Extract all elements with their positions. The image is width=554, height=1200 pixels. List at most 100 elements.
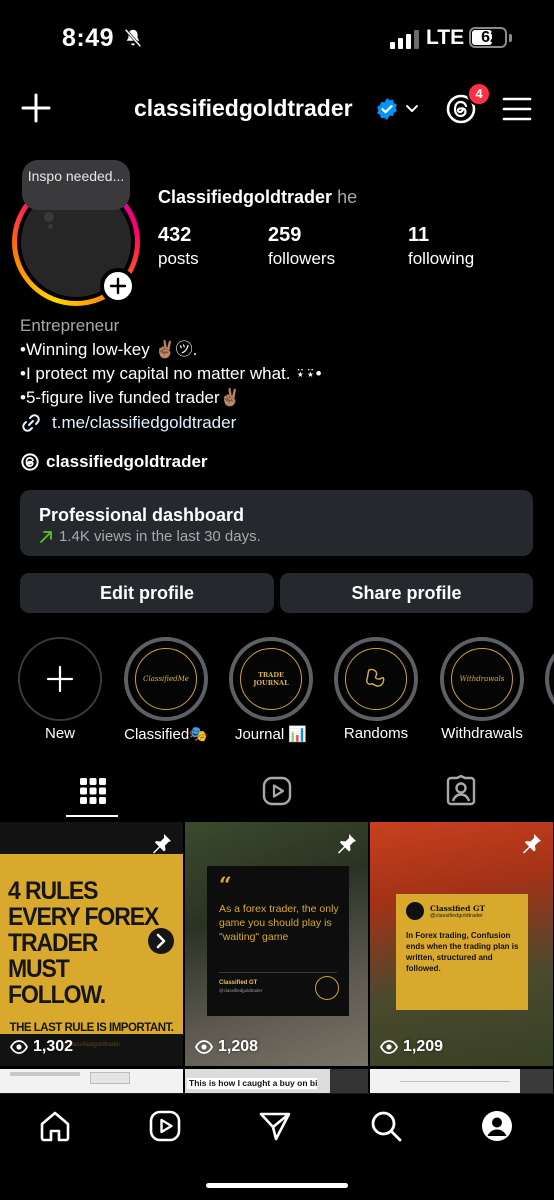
eye-icon: [10, 1040, 28, 1054]
highlight-label: Journal 📊: [234, 726, 308, 743]
threads-small-icon: [21, 453, 39, 471]
home-icon[interactable]: [38, 1109, 72, 1143]
stat-label: posts: [158, 249, 199, 268]
search-icon[interactable]: [369, 1109, 403, 1143]
bio-line: •5-figure live funded trader✌🏽: [20, 388, 241, 407]
post-card: “ As a forex trader, the only game you s…: [207, 866, 349, 1016]
post-quote-mark: “: [219, 873, 232, 899]
post-views: 1,208: [195, 1038, 258, 1056]
eye-icon: [195, 1040, 213, 1054]
post-views-count: 1,209: [403, 1038, 444, 1055]
post-tile[interactable]: Classified GT @classifiedgoldtrader In F…: [370, 822, 553, 1066]
status-time: 8:49: [62, 24, 115, 52]
bio-link-text[interactable]: t.me/classifiedgoldtrader: [52, 413, 236, 433]
reels-nav-icon[interactable]: [148, 1109, 182, 1143]
pin-icon: [523, 834, 541, 854]
pin-icon: [153, 834, 171, 854]
post-brand: Classified GT: [430, 903, 486, 913]
bio-link[interactable]: t.me/classifiedgoldtrader: [20, 412, 236, 434]
battery-level: 62: [481, 29, 499, 46]
post-subheadline: THE LAST RULE IS IMPORTANT.: [9, 1022, 174, 1034]
bell-muted-icon: [124, 28, 142, 48]
bio: Entrepreneur •Winning low-key ✌🏽㋡. •I pr…: [20, 314, 322, 410]
abstract-symbol-icon: [366, 668, 385, 687]
highlight-classified[interactable]: ClassifiedMe: [124, 637, 208, 721]
highlight-journal[interactable]: TRADE JOURNAL: [229, 637, 313, 721]
stat-posts[interactable]: 432 posts: [158, 224, 199, 269]
link-icon: [22, 414, 40, 432]
highlight-cover-text: ClassifiedMe: [135, 648, 197, 710]
home-indicator: [206, 1183, 348, 1188]
trend-up-icon: [40, 530, 52, 543]
plus-icon: [109, 277, 127, 295]
direct-messages-icon[interactable]: [258, 1109, 292, 1143]
post-tile-row2[interactable]: [370, 1069, 553, 1093]
bio-line: •Winning low-key ✌🏽㋡.: [20, 340, 198, 359]
brand-avatar: [406, 902, 424, 920]
dashboard-title: Professional dashboard: [39, 505, 245, 525]
header-username[interactable]: classifiedgoldtrader: [134, 95, 353, 122]
pronouns: he: [337, 187, 358, 207]
highlight-label: Randoms: [343, 725, 409, 742]
post-views: 1,209: [380, 1038, 443, 1056]
share-profile-button[interactable]: Share profile: [280, 573, 533, 613]
verified-badge-icon: [377, 98, 397, 120]
post-caption: This is how I caught a buy on bitcoin: [187, 1078, 317, 1089]
display-name: Classifiedgoldtrader he: [158, 187, 357, 208]
highlight-randoms[interactable]: [334, 637, 418, 721]
highlight-label: New: [44, 725, 75, 742]
post-tile[interactable]: 4 RULES EVERY FOREX TRADER MUST FOLLOW. …: [0, 822, 183, 1066]
bio-line: •I protect my capital no matter what. ⍣⍣…: [20, 364, 322, 383]
stat-following[interactable]: 11 following: [408, 224, 474, 269]
add-story-button[interactable]: [100, 268, 136, 304]
bio-category: Entrepreneur: [20, 316, 120, 335]
plus-icon: [46, 665, 74, 693]
stat-label: following: [408, 249, 475, 268]
post-tile-row2[interactable]: [0, 1069, 183, 1093]
active-tab-indicator: [66, 815, 118, 817]
chart-fragment: [520, 1069, 553, 1093]
chart-fragment: [330, 1069, 368, 1093]
threads-profile-link[interactable]: classifiedgoldtrader: [20, 452, 208, 472]
post-handle: @classifiedgoldtrader: [219, 988, 263, 993]
battery-icon: 62: [469, 27, 507, 48]
stat-label: followers: [268, 249, 336, 268]
battery-tip: [509, 34, 512, 42]
eye-icon: [380, 1040, 398, 1054]
edit-profile-button[interactable]: Edit profile: [20, 573, 274, 613]
chart-fragment: [400, 1081, 510, 1082]
create-plus-icon[interactable]: [20, 92, 52, 124]
highlight-overflow[interactable]: [545, 637, 554, 721]
grid-icon[interactable]: [78, 775, 108, 807]
stat-followers[interactable]: 259 followers: [268, 224, 335, 269]
chevron-down-icon[interactable]: [404, 100, 420, 116]
menu-hamburger-icon[interactable]: [502, 95, 532, 123]
highlight-cover-text: TRADE JOURNAL: [240, 648, 302, 710]
post-quote: As a forex trader, the only game you sho…: [219, 903, 339, 943]
stat-value: 11: [408, 224, 430, 246]
highlight-label: Classified🎭: [124, 726, 208, 743]
post-views-count: 1,208: [218, 1038, 259, 1055]
note-bubble-tail-small: [48, 224, 53, 229]
cellular-signal-icon: [390, 30, 419, 49]
reels-icon[interactable]: [262, 775, 292, 807]
threads-notification-badge: 4: [467, 82, 491, 106]
post-tile[interactable]: “ As a forex trader, the only game you s…: [185, 822, 368, 1066]
note-bubble[interactable]: Inspo needed...: [22, 160, 130, 210]
post-headline: 4 RULES EVERY FOREX TRADER MUST FOLLOW.: [8, 877, 159, 1009]
dashboard-subtitle: 1.4K views in the last 30 days.: [59, 528, 261, 545]
highlight-new[interactable]: [18, 637, 102, 721]
logo-seal: [315, 976, 339, 1000]
post-text: In Forex trading, Confusion ends when th…: [406, 931, 519, 973]
highlight-label: Withdrawals: [441, 725, 523, 742]
post-views-count: 1,302: [33, 1038, 74, 1055]
post-tile-row2[interactable]: This is how I caught a buy on bitcoin: [185, 1069, 368, 1093]
professional-dashboard[interactable]: Professional dashboard 1.4K views in the…: [20, 490, 533, 556]
highlight-withdrawals[interactable]: Withdrawals: [440, 637, 524, 721]
chart-fragment: [10, 1072, 80, 1076]
profile-tab-avatar-icon[interactable]: [480, 1109, 514, 1143]
pin-icon: [338, 834, 356, 854]
chart-fragment: [90, 1072, 130, 1084]
tagged-icon[interactable]: [446, 775, 476, 807]
note-bubble-tail: [44, 212, 54, 222]
